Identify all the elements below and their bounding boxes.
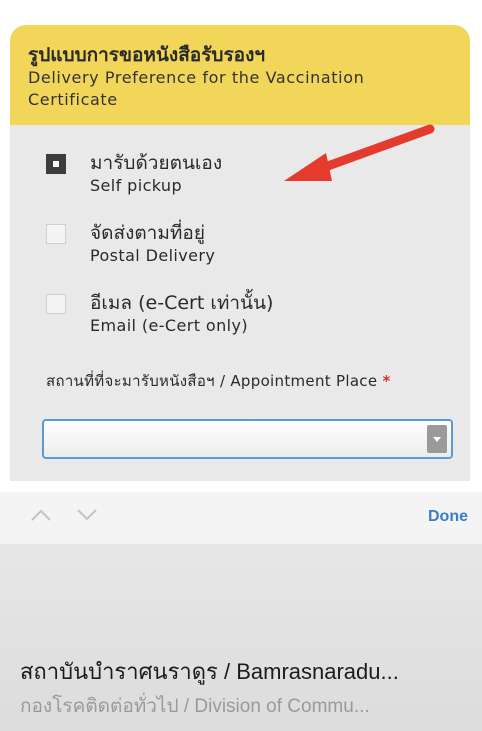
chevron-down-icon[interactable] xyxy=(76,508,98,522)
option-label-english: Postal Delivery xyxy=(90,246,216,265)
option-label-thai: จัดส่งตามที่อยู่ xyxy=(90,222,205,244)
delivery-preference-card: รูปแบบการขอหนังสือรับรองฯ Delivery Prefe… xyxy=(10,25,470,481)
option-label-english: Email (e-Cert only) xyxy=(90,316,248,335)
appointment-place-label: สถานที่ที่จะมารับหนังสือฯ / Appointment … xyxy=(46,370,446,392)
required-marker: * xyxy=(382,372,391,390)
title-english: Delivery Preference for the Vaccination … xyxy=(28,68,365,109)
option-label-thai: มารับด้วยตนเอง xyxy=(90,152,223,174)
red-arrow-annotation xyxy=(284,124,435,181)
postal-delivery-checkbox[interactable] xyxy=(46,224,66,244)
dropdown-caret-icon[interactable] xyxy=(427,425,447,453)
self-pickup-checkbox[interactable] xyxy=(46,154,66,174)
chevron-up-icon[interactable] xyxy=(30,508,52,522)
picker-selected-row[interactable]: สถาบันบำราศนราดูร / Bamrasnaradu... xyxy=(20,654,480,689)
card-header: รูปแบบการขอหนังสือรับรองฯ Delivery Prefe… xyxy=(10,25,470,125)
appointment-label-text: สถานที่ที่จะมารับหนังสือฯ / Appointment … xyxy=(46,372,378,390)
done-button[interactable]: Done xyxy=(428,508,468,526)
title-thai: รูปแบบการขอหนังสือรับรองฯ xyxy=(28,44,266,66)
picker-next-row[interactable]: กองโรคติดต่อทั่วไป / Division of Commu..… xyxy=(20,691,480,721)
email-checkbox[interactable] xyxy=(46,294,66,314)
appointment-place-select[interactable] xyxy=(42,419,453,459)
option-label-english: Self pickup xyxy=(90,176,183,195)
keyboard-accessory-toolbar: Done xyxy=(0,492,482,544)
option-label-thai: อีเมล (e-Cert เท่านั้น) xyxy=(90,292,274,314)
picker-wheel[interactable]: สถาบันบำราศนราดูร / Bamrasnaradu... กองโ… xyxy=(0,544,482,731)
